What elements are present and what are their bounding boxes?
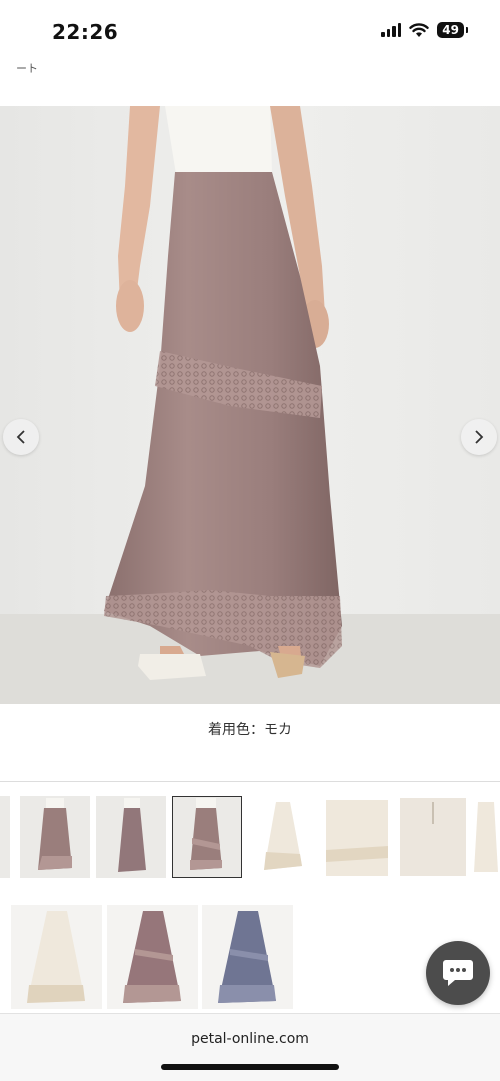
divider — [0, 781, 500, 782]
thumbnail-6[interactable] — [398, 796, 468, 878]
browser-address-bar[interactable]: petal-online.com — [0, 1013, 500, 1081]
color-caption: 着用色：モカ — [208, 722, 292, 738]
thumbnail-3[interactable] — [172, 796, 242, 878]
battery-icon: 49 — [437, 22, 468, 38]
color-swatch-ivory[interactable] — [11, 905, 102, 1009]
gallery-next-button[interactable] — [461, 419, 497, 455]
product-photo — [0, 106, 500, 704]
status-icons: 49 — [381, 22, 468, 38]
color-swatch-mocha[interactable] — [107, 905, 198, 1009]
thumbnail-7[interactable] — [472, 796, 500, 878]
thumbnail-strip[interactable] — [0, 794, 500, 882]
thumbnail-1[interactable] — [20, 796, 90, 878]
signal-icon — [381, 23, 402, 37]
chat-bubble-icon — [443, 960, 473, 986]
url-text[interactable]: petal-online.com — [0, 1031, 500, 1047]
breadcrumb-fragment: ート — [16, 62, 38, 75]
thumbnail-4[interactable] — [248, 796, 318, 878]
thumbnail-2[interactable] — [96, 796, 166, 878]
status-bar: 22:26 49 — [0, 0, 500, 56]
chevron-left-icon — [16, 430, 25, 444]
product-main-image[interactable] — [0, 106, 500, 704]
thumbnail-0[interactable] — [0, 796, 10, 878]
wifi-icon — [409, 22, 429, 37]
chevron-right-icon — [475, 430, 484, 444]
gallery-prev-button[interactable] — [3, 419, 39, 455]
chat-button[interactable] — [426, 941, 490, 1005]
home-indicator[interactable] — [161, 1064, 339, 1070]
thumbnail-5[interactable] — [322, 796, 392, 878]
color-swatch-navy[interactable] — [202, 905, 293, 1009]
status-time: 22:26 — [52, 20, 119, 44]
